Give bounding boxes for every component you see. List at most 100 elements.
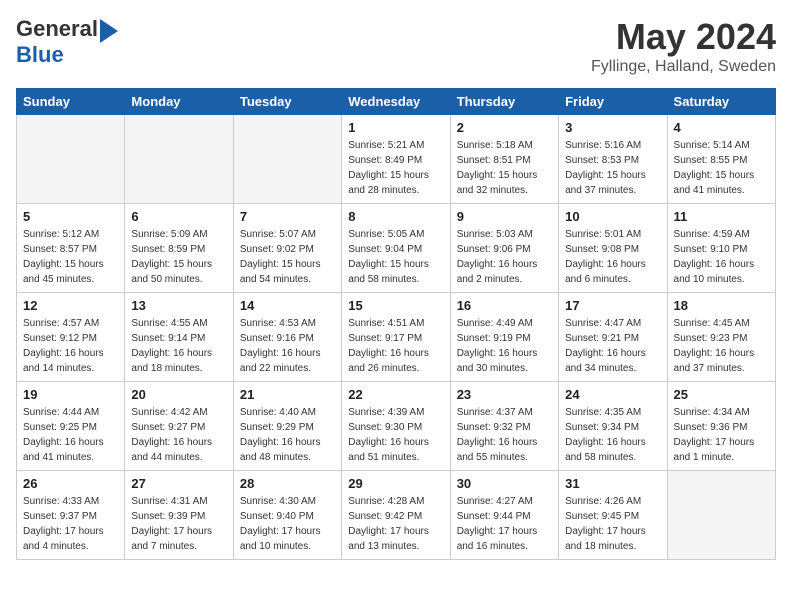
calendar-week-1: 5 Sunrise: 5:12 AM Sunset: 8:57 PM Daylig… — [17, 204, 776, 293]
calendar-cell: 11 Sunrise: 4:59 AM Sunset: 9:10 PM Dayli… — [667, 204, 775, 293]
cell-date-number: 26 — [23, 476, 118, 491]
cell-info-text: Sunrise: 4:44 AM Sunset: 9:25 PM Dayligh… — [23, 405, 118, 465]
calendar-cell: 26 Sunrise: 4:33 AM Sunset: 9:37 PM Dayli… — [17, 471, 125, 560]
logo-arrow-icon — [100, 19, 118, 43]
logo-general-text: General — [16, 16, 98, 42]
cell-date-number: 1 — [348, 120, 443, 135]
calendar-week-2: 12Sunrise: 4:57 AM Sunset: 9:12 PM Dayli… — [17, 293, 776, 382]
cell-info-text: Sunrise: 4:39 AM Sunset: 9:30 PM Dayligh… — [348, 405, 443, 465]
cell-info-text: Sunrise: 5:14 AM Sunset: 8:55 PM Dayligh… — [674, 138, 769, 198]
cell-date-number: 3 — [565, 120, 660, 135]
cell-date-number: 25 — [674, 387, 769, 402]
calendar-week-3: 19 Sunrise: 4:44 AM Sunset: 9:25 PM Dayli… — [17, 382, 776, 471]
cell-info-text: Sunrise: 4:42 AM Sunset: 9:27 PM Dayligh… — [131, 405, 226, 465]
cell-date-number: 17 — [565, 298, 660, 313]
calendar-cell: 28Sunrise: 4:30 AM Sunset: 9:40 PM Dayli… — [233, 471, 341, 560]
cell-info-text: Sunrise: 4:51 AM Sunset: 9:17 PM Dayligh… — [348, 316, 443, 376]
cell-info-text: Sunrise: 4:26 AM Sunset: 9:45 PM Dayligh… — [565, 494, 660, 554]
cell-date-number: 9 — [457, 209, 552, 224]
cell-date-number: 24 — [565, 387, 660, 402]
cell-info-text: Sunrise: 4:47 AM Sunset: 9:21 PM Dayligh… — [565, 316, 660, 376]
calendar-cell: 18Sunrise: 4:45 AM Sunset: 9:23 PM Dayli… — [667, 293, 775, 382]
calendar-cell: 12Sunrise: 4:57 AM Sunset: 9:12 PM Dayli… — [17, 293, 125, 382]
calendar-subtitle: Fyllinge, Halland, Sweden — [591, 58, 776, 76]
calendar-cell — [667, 471, 775, 560]
logo: General Blue — [16, 16, 118, 68]
cell-info-text: Sunrise: 4:45 AM Sunset: 9:23 PM Dayligh… — [674, 316, 769, 376]
calendar-week-0: 1Sunrise: 5:21 AM Sunset: 8:49 PM Daylig… — [17, 115, 776, 204]
cell-info-text: Sunrise: 4:49 AM Sunset: 9:19 PM Dayligh… — [457, 316, 552, 376]
cell-info-text: Sunrise: 4:31 AM Sunset: 9:39 PM Dayligh… — [131, 494, 226, 554]
calendar-cell: 27 Sunrise: 4:31 AM Sunset: 9:39 PM Dayli… — [125, 471, 233, 560]
day-header-monday: Monday — [125, 89, 233, 115]
cell-date-number: 6 — [131, 209, 226, 224]
calendar-cell: 25Sunrise: 4:34 AM Sunset: 9:36 PM Dayli… — [667, 382, 775, 471]
cell-date-number: 27 — [131, 476, 226, 491]
cell-date-number: 16 — [457, 298, 552, 313]
page-header: General Blue May 2024 Fyllinge, Halland,… — [16, 16, 776, 76]
day-header-sunday: Sunday — [17, 89, 125, 115]
cell-info-text: Sunrise: 4:27 AM Sunset: 9:44 PM Dayligh… — [457, 494, 552, 554]
calendar-cell: 6Sunrise: 5:09 AM Sunset: 8:59 PM Daylig… — [125, 204, 233, 293]
cell-date-number: 5 — [23, 209, 118, 224]
cell-date-number: 28 — [240, 476, 335, 491]
calendar-cell — [233, 115, 341, 204]
cell-info-text: Sunrise: 4:37 AM Sunset: 9:32 PM Dayligh… — [457, 405, 552, 465]
day-header-tuesday: Tuesday — [233, 89, 341, 115]
cell-info-text: Sunrise: 5:05 AM Sunset: 9:04 PM Dayligh… — [348, 227, 443, 287]
cell-date-number: 10 — [565, 209, 660, 224]
cell-date-number: 14 — [240, 298, 335, 313]
calendar-cell: 1Sunrise: 5:21 AM Sunset: 8:49 PM Daylig… — [342, 115, 450, 204]
calendar-body: 1Sunrise: 5:21 AM Sunset: 8:49 PM Daylig… — [17, 115, 776, 560]
calendar-cell: 31 Sunrise: 4:26 AM Sunset: 9:45 PM Dayli… — [559, 471, 667, 560]
cell-date-number: 12 — [23, 298, 118, 313]
calendar-cell: 3 Sunrise: 5:16 AM Sunset: 8:53 PM Daylig… — [559, 115, 667, 204]
cell-date-number: 15 — [348, 298, 443, 313]
days-row: SundayMondayTuesdayWednesdayThursdayFrid… — [17, 89, 776, 115]
day-header-thursday: Thursday — [450, 89, 558, 115]
cell-date-number: 8 — [348, 209, 443, 224]
cell-info-text: Sunrise: 4:35 AM Sunset: 9:34 PM Dayligh… — [565, 405, 660, 465]
cell-date-number: 7 — [240, 209, 335, 224]
calendar-cell — [125, 115, 233, 204]
calendar-table: SundayMondayTuesdayWednesdayThursdayFrid… — [16, 88, 776, 560]
calendar-week-4: 26 Sunrise: 4:33 AM Sunset: 9:37 PM Dayli… — [17, 471, 776, 560]
calendar-cell: 15 Sunrise: 4:51 AM Sunset: 9:17 PM Dayli… — [342, 293, 450, 382]
cell-info-text: Sunrise: 4:33 AM Sunset: 9:37 PM Dayligh… — [23, 494, 118, 554]
calendar-cell: 13Sunrise: 4:55 AM Sunset: 9:14 PM Dayli… — [125, 293, 233, 382]
cell-date-number: 19 — [23, 387, 118, 402]
cell-info-text: Sunrise: 4:53 AM Sunset: 9:16 PM Dayligh… — [240, 316, 335, 376]
calendar-cell: 24 Sunrise: 4:35 AM Sunset: 9:34 PM Dayli… — [559, 382, 667, 471]
cell-date-number: 31 — [565, 476, 660, 491]
calendar-cell: 10 Sunrise: 5:01 AM Sunset: 9:08 PM Dayli… — [559, 204, 667, 293]
calendar-cell: 23 Sunrise: 4:37 AM Sunset: 9:32 PM Dayli… — [450, 382, 558, 471]
cell-date-number: 2 — [457, 120, 552, 135]
calendar-cell — [17, 115, 125, 204]
calendar-title: May 2024 — [591, 16, 776, 58]
calendar-cell: 21 Sunrise: 4:40 AM Sunset: 9:29 PM Dayli… — [233, 382, 341, 471]
calendar-cell: 14 Sunrise: 4:53 AM Sunset: 9:16 PM Dayli… — [233, 293, 341, 382]
calendar-cell: 17 Sunrise: 4:47 AM Sunset: 9:21 PM Dayli… — [559, 293, 667, 382]
cell-info-text: Sunrise: 5:16 AM Sunset: 8:53 PM Dayligh… — [565, 138, 660, 198]
logo-blue-text: Blue — [16, 42, 64, 68]
cell-date-number: 23 — [457, 387, 552, 402]
cell-info-text: Sunrise: 4:40 AM Sunset: 9:29 PM Dayligh… — [240, 405, 335, 465]
calendar-cell: 29Sunrise: 4:28 AM Sunset: 9:42 PM Dayli… — [342, 471, 450, 560]
cell-date-number: 11 — [674, 209, 769, 224]
cell-info-text: Sunrise: 4:59 AM Sunset: 9:10 PM Dayligh… — [674, 227, 769, 287]
calendar-cell: 7 Sunrise: 5:07 AM Sunset: 9:02 PM Daylig… — [233, 204, 341, 293]
calendar-cell: 8 Sunrise: 5:05 AM Sunset: 9:04 PM Daylig… — [342, 204, 450, 293]
calendar-cell: 4Sunrise: 5:14 AM Sunset: 8:55 PM Daylig… — [667, 115, 775, 204]
calendar-cell: 30Sunrise: 4:27 AM Sunset: 9:44 PM Dayli… — [450, 471, 558, 560]
cell-date-number: 21 — [240, 387, 335, 402]
calendar-cell: 22Sunrise: 4:39 AM Sunset: 9:30 PM Dayli… — [342, 382, 450, 471]
cell-info-text: Sunrise: 5:01 AM Sunset: 9:08 PM Dayligh… — [565, 227, 660, 287]
title-block: May 2024 Fyllinge, Halland, Sweden — [591, 16, 776, 76]
calendar-cell: 19 Sunrise: 4:44 AM Sunset: 9:25 PM Dayli… — [17, 382, 125, 471]
calendar-cell: 5 Sunrise: 5:12 AM Sunset: 8:57 PM Daylig… — [17, 204, 125, 293]
cell-info-text: Sunrise: 5:07 AM Sunset: 9:02 PM Dayligh… — [240, 227, 335, 287]
day-header-friday: Friday — [559, 89, 667, 115]
calendar-cell: 16 Sunrise: 4:49 AM Sunset: 9:19 PM Dayli… — [450, 293, 558, 382]
cell-info-text: Sunrise: 5:12 AM Sunset: 8:57 PM Dayligh… — [23, 227, 118, 287]
cell-date-number: 13 — [131, 298, 226, 313]
